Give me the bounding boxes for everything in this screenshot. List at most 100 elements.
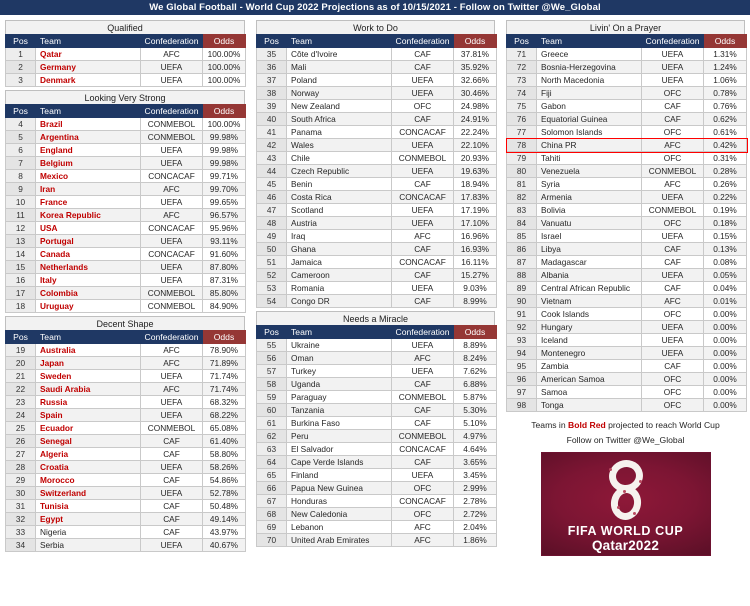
- table-row[interactable]: 9 Iran AFC 99.70%: [5, 182, 246, 196]
- table-row[interactable]: 74 Fiji OFC 0.78%: [506, 86, 747, 100]
- table-row[interactable]: 58 Uganda CAF 6.88%: [256, 377, 497, 391]
- table-row[interactable]: 8 Mexico CONCACAF 99.71%: [5, 169, 246, 183]
- table-row[interactable]: 21 Sweden UEFA 71.74%: [5, 369, 246, 383]
- table-row[interactable]: 26 Senegal CAF 61.40%: [5, 434, 246, 448]
- table-row[interactable]: 98 Tonga OFC 0.00%: [506, 398, 747, 412]
- table-row[interactable]: 65 Finland UEFA 3.45%: [256, 468, 497, 482]
- table-row[interactable]: 66 Papua New Guinea OFC 2.99%: [256, 481, 497, 495]
- table-row[interactable]: 15 Netherlands UEFA 87.80%: [5, 260, 246, 274]
- table-row[interactable]: 46 Costa Rica CONCACAF 17.83%: [256, 190, 497, 204]
- table-row[interactable]: 32 Egypt CAF 49.14%: [5, 512, 246, 526]
- table-row[interactable]: 81 Syria AFC 0.26%: [506, 177, 747, 191]
- table-row[interactable]: 28 Croatia UEFA 58.26%: [5, 460, 246, 474]
- table-row[interactable]: 62 Peru CONMEBOL 4.97%: [256, 429, 497, 443]
- table-row[interactable]: 16 Italy UEFA 87.31%: [5, 273, 246, 287]
- table-row[interactable]: 24 Spain UEFA 68.22%: [5, 408, 246, 422]
- table-row[interactable]: 47 Scotland UEFA 17.19%: [256, 203, 497, 217]
- table-row[interactable]: 55 Ukraine UEFA 8.89%: [256, 338, 497, 352]
- table-row[interactable]: 88 Albania UEFA 0.05%: [506, 268, 747, 282]
- table-row[interactable]: 59 Paraguay CONMEBOL 5.87%: [256, 390, 497, 404]
- table-row[interactable]: 84 Vanuatu OFC 0.18%: [506, 216, 747, 230]
- table-row[interactable]: 52 Cameroon CAF 15.27%: [256, 268, 497, 282]
- table-row[interactable]: 23 Russia UEFA 68.32%: [5, 395, 246, 409]
- table-row[interactable]: 82 Armenia UEFA 0.22%: [506, 190, 747, 204]
- table-row[interactable]: 64 Cape Verde Islands CAF 3.65%: [256, 455, 497, 469]
- table-row[interactable]: 69 Lebanon AFC 2.04%: [256, 520, 497, 534]
- table-row[interactable]: 27 Algeria CAF 58.80%: [5, 447, 246, 461]
- table-row[interactable]: 41 Panama CONCACAF 22.24%: [256, 125, 497, 139]
- table-row[interactable]: 19 Australia AFC 78.90%: [5, 343, 246, 357]
- table-row[interactable]: 73 North Macedonia UEFA 1.06%: [506, 73, 747, 87]
- table-row[interactable]: 77 Solomon Islands OFC 0.61%: [506, 125, 747, 139]
- cell-odds: 54.86%: [202, 473, 246, 487]
- table-row[interactable]: 72 Bosnia-Herzegovina UEFA 1.24%: [506, 60, 747, 74]
- cell-team: Central African Republic: [536, 281, 642, 295]
- table-row[interactable]: 4 Brazil CONMEBOL 100.00%: [5, 117, 246, 131]
- table-row[interactable]: 90 Vietnam AFC 0.01%: [506, 294, 747, 308]
- table-row[interactable]: 86 Libya CAF 0.13%: [506, 242, 747, 256]
- table-row[interactable]: 91 Cook Islands OFC 0.00%: [506, 307, 747, 321]
- table-row[interactable]: 63 El Salvador CONCACAF 4.64%: [256, 442, 497, 456]
- table-row[interactable]: 68 New Caledonia OFC 2.72%: [256, 507, 497, 521]
- table-row[interactable]: 22 Saudi Arabia AFC 71.74%: [5, 382, 246, 396]
- table-row[interactable]: 37 Poland UEFA 32.66%: [256, 73, 497, 87]
- table-row[interactable]: 92 Hungary UEFA 0.00%: [506, 320, 747, 334]
- table-row[interactable]: 14 Canada CONCACAF 91.60%: [5, 247, 246, 261]
- table-row[interactable]: 50 Ghana CAF 16.93%: [256, 242, 497, 256]
- table-row[interactable]: 45 Benin CAF 18.94%: [256, 177, 497, 191]
- table-row[interactable]: 44 Czech Republic UEFA 19.63%: [256, 164, 497, 178]
- table-row[interactable]: 2 Germany UEFA 100.00%: [5, 60, 246, 74]
- table-row[interactable]: 83 Bolivia CONMEBOL 0.19%: [506, 203, 747, 217]
- table-row[interactable]: 10 France UEFA 99.65%: [5, 195, 246, 209]
- table-row[interactable]: 25 Ecuador CONMEBOL 65.08%: [5, 421, 246, 435]
- table-row[interactable]: 33 Nigeria CAF 43.97%: [5, 525, 246, 539]
- table-row[interactable]: 78 China PR AFC 0.42%: [506, 138, 747, 152]
- table-row[interactable]: 39 New Zealand OFC 24.98%: [256, 99, 497, 113]
- table-row[interactable]: 34 Serbia UEFA 40.67%: [5, 538, 246, 552]
- table-row[interactable]: 35 Côte d'Ivoire CAF 37.81%: [256, 47, 497, 61]
- table-row[interactable]: 57 Turkey UEFA 7.62%: [256, 364, 497, 378]
- table-row[interactable]: 85 Israel UEFA 0.15%: [506, 229, 747, 243]
- table-row[interactable]: 79 Tahiti OFC 0.31%: [506, 151, 747, 165]
- table-row[interactable]: 51 Jamaica CONCACAF 16.11%: [256, 255, 497, 269]
- table-row[interactable]: 56 Oman AFC 8.24%: [256, 351, 497, 365]
- table-row[interactable]: 6 England UEFA 99.98%: [5, 143, 246, 157]
- table-row[interactable]: 1 Qatar AFC 100.00%: [5, 47, 246, 61]
- table-row[interactable]: 94 Montenegro UEFA 0.00%: [506, 346, 747, 360]
- table-row[interactable]: 36 Mali CAF 35.92%: [256, 60, 497, 74]
- table-row[interactable]: 53 Romania UEFA 9.03%: [256, 281, 497, 295]
- table-row[interactable]: 95 Zambia CAF 0.00%: [506, 359, 747, 373]
- table-row[interactable]: 93 Iceland UEFA 0.00%: [506, 333, 747, 347]
- table-row[interactable]: 42 Wales UEFA 22.10%: [256, 138, 497, 152]
- table-row[interactable]: 29 Morocco CAF 54.86%: [5, 473, 246, 487]
- table-row[interactable]: 11 Korea Republic AFC 96.57%: [5, 208, 246, 222]
- table-row[interactable]: 61 Burkina Faso CAF 5.10%: [256, 416, 497, 430]
- table-row[interactable]: 96 American Samoa OFC 0.00%: [506, 372, 747, 386]
- table-row[interactable]: 12 USA CONCACAF 95.96%: [5, 221, 246, 235]
- table-row[interactable]: 18 Uruguay CONMEBOL 84.90%: [5, 299, 246, 313]
- table-row[interactable]: 31 Tunisia CAF 50.48%: [5, 499, 246, 513]
- table-row[interactable]: 17 Colombia CONMEBOL 85.80%: [5, 286, 246, 300]
- table-row[interactable]: 67 Honduras CONCACAF 2.78%: [256, 494, 497, 508]
- table-row[interactable]: 13 Portugal UEFA 93.11%: [5, 234, 246, 248]
- table-row[interactable]: 97 Samoa OFC 0.00%: [506, 385, 747, 399]
- table-row[interactable]: 7 Belgium UEFA 99.98%: [5, 156, 246, 170]
- table-row[interactable]: 48 Austria UEFA 17.10%: [256, 216, 497, 230]
- table-row[interactable]: 76 Equatorial Guinea CAF 0.62%: [506, 112, 747, 126]
- table-row[interactable]: 5 Argentina CONMEBOL 99.98%: [5, 130, 246, 144]
- table-row[interactable]: 43 Chile CONMEBOL 20.93%: [256, 151, 497, 165]
- table-row[interactable]: 20 Japan AFC 71.89%: [5, 356, 246, 370]
- table-row[interactable]: 89 Central African Republic CAF 0.04%: [506, 281, 747, 295]
- table-row[interactable]: 80 Venezuela CONMEBOL 0.28%: [506, 164, 747, 178]
- table-row[interactable]: 60 Tanzania CAF 5.30%: [256, 403, 497, 417]
- table-row[interactable]: 54 Congo DR CAF 8.99%: [256, 294, 497, 308]
- table-row[interactable]: 71 Greece UEFA 1.31%: [506, 47, 747, 61]
- table-row[interactable]: 70 United Arab Emirates AFC 1.86%: [256, 533, 497, 547]
- table-row[interactable]: 30 Switzerland UEFA 52.78%: [5, 486, 246, 500]
- table-row[interactable]: 75 Gabon CAF 0.76%: [506, 99, 747, 113]
- table-row[interactable]: 38 Norway UEFA 30.46%: [256, 86, 497, 100]
- table-row[interactable]: 49 Iraq AFC 16.96%: [256, 229, 497, 243]
- table-row[interactable]: 87 Madagascar CAF 0.08%: [506, 255, 747, 269]
- table-row[interactable]: 3 Denmark UEFA 100.00%: [5, 73, 246, 87]
- table-row[interactable]: 40 South Africa CAF 24.91%: [256, 112, 497, 126]
